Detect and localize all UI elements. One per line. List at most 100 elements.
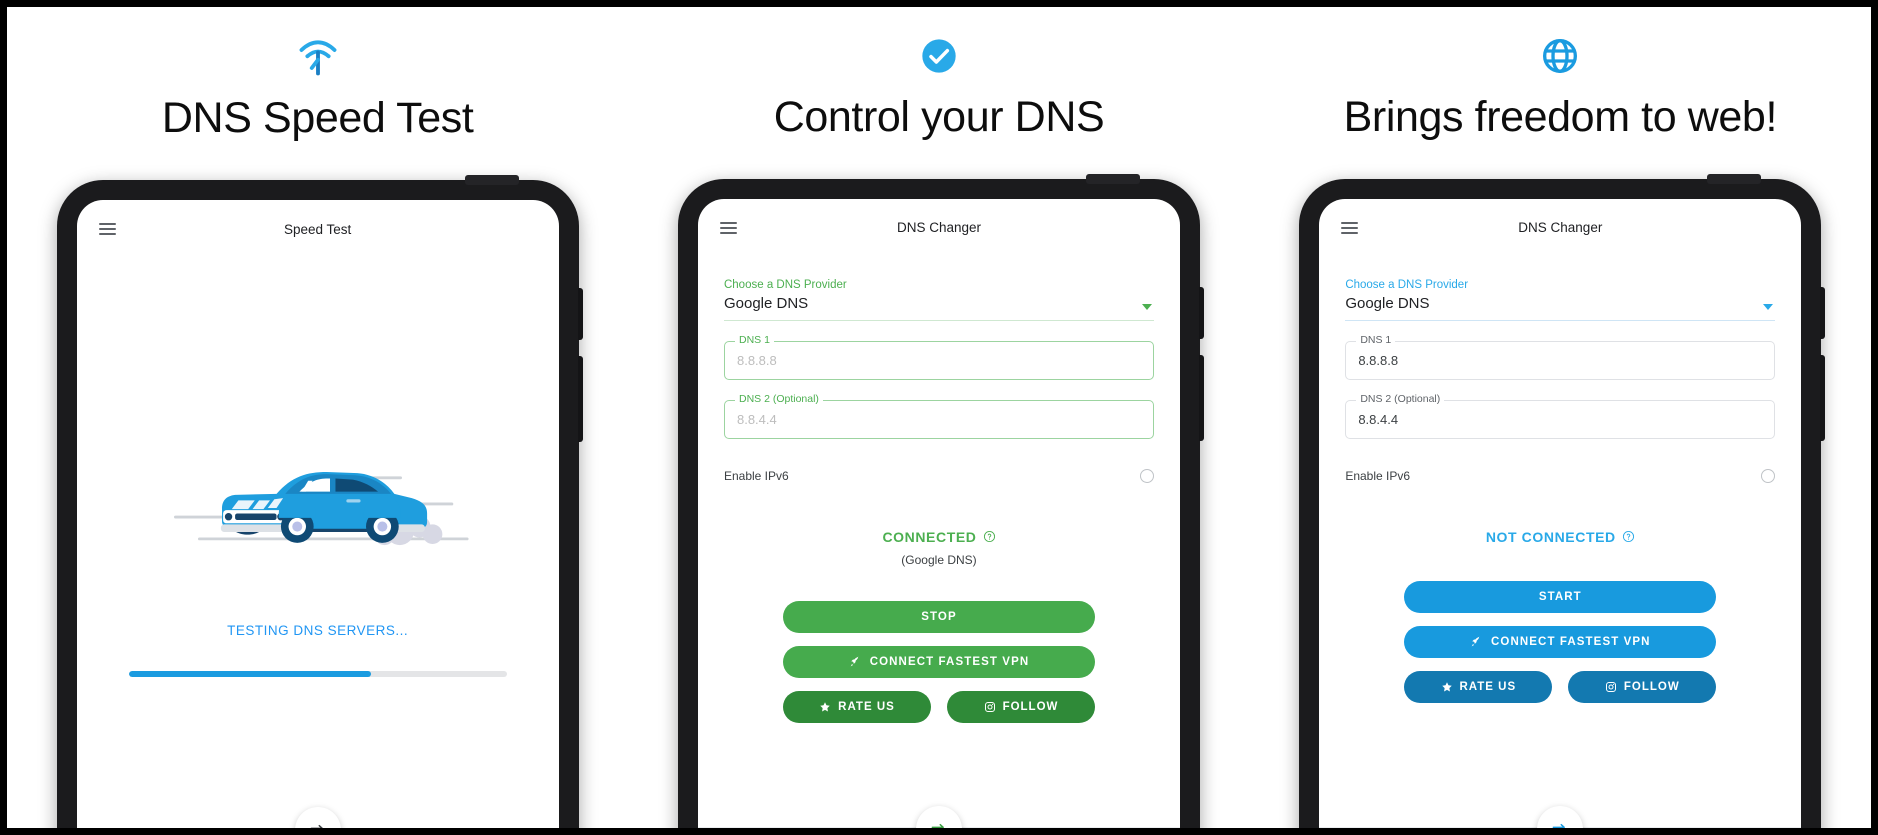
rate-us-label: RATE US bbox=[838, 700, 895, 713]
app-bar-title: DNS Changer bbox=[1518, 220, 1603, 236]
speed-test-body: TESTING DNS SERVERS... bbox=[77, 258, 559, 828]
panel-freedom-web: Brings freedom to web! DNS Changer Choos… bbox=[1249, 7, 1871, 828]
connection-status-block: CONNECTED (Google DNS) bbox=[724, 529, 1154, 567]
phone-volume-button bbox=[1198, 354, 1204, 441]
dns-form-body: Choose a DNS Provider Google DNS DNS 1 8… bbox=[1319, 257, 1801, 827]
rocket-icon bbox=[1471, 637, 1482, 647]
app-bar: DNS Changer bbox=[1319, 199, 1801, 257]
ipv6-toggle-row[interactable]: Enable IPv6 bbox=[723, 468, 1154, 483]
action-buttons: START CONNECT FASTEST VPN RATE US FOLLOW bbox=[1345, 580, 1775, 703]
follow-label: FOLLOW bbox=[1002, 700, 1059, 713]
app-bar-title: Speed Test bbox=[284, 221, 352, 237]
instagram-icon bbox=[984, 701, 995, 712]
star-icon bbox=[1441, 682, 1452, 692]
phone-mockup: DNS Changer Choose a DNS Provider Google… bbox=[1299, 173, 1826, 828]
chevron-down-icon bbox=[1141, 303, 1152, 310]
hamburger-menu-icon[interactable] bbox=[1341, 221, 1359, 234]
promo-panels: DNS Speed Test Speed Test TESTING DNS SE… bbox=[7, 7, 1871, 828]
globe-icon bbox=[1540, 35, 1580, 78]
app-bar: Speed Test bbox=[77, 200, 559, 258]
ipv6-toggle-row[interactable]: Enable IPv6 bbox=[1345, 468, 1776, 483]
instagram-icon bbox=[1605, 681, 1616, 692]
dns1-legend: DNS 1 bbox=[1356, 335, 1396, 346]
chevron-down-icon bbox=[1763, 303, 1774, 310]
bottom-nav: Speed Test bbox=[1319, 805, 1802, 828]
phone-screen: Speed Test TESTING DNS SERVERS... bbox=[76, 200, 559, 828]
dns2-input[interactable]: DNS 2 (Optional) 8.8.4.4 bbox=[1345, 394, 1776, 439]
follow-label: FOLLOW bbox=[1623, 680, 1680, 693]
rocket-icon bbox=[850, 657, 860, 667]
screenshot-stage: DNS Speed Test Speed Test TESTING DNS SE… bbox=[0, 0, 1878, 835]
phone-screen: DNS Changer Choose a DNS Provider Google… bbox=[1319, 198, 1802, 828]
speed-test-progress-bar bbox=[128, 671, 507, 678]
dns-provider-select[interactable]: Choose a DNS Provider Google DNS bbox=[1345, 278, 1776, 321]
blue-car-speed-illustration bbox=[173, 472, 469, 546]
promo-title: Brings freedom to web! bbox=[1343, 92, 1778, 141]
ipv6-radio-button[interactable] bbox=[1139, 468, 1154, 483]
dns1-input[interactable]: DNS 1 8.8.8.8 bbox=[1345, 335, 1776, 380]
dns1-input[interactable]: DNS 1 8.8.8.8 bbox=[723, 335, 1154, 380]
connect-vpn-button[interactable]: CONNECT FASTEST VPN bbox=[782, 645, 1095, 678]
ipv6-radio-button[interactable] bbox=[1761, 468, 1776, 483]
provider-underline bbox=[1345, 319, 1776, 321]
phone-power-button bbox=[1198, 286, 1204, 339]
check-circle-icon bbox=[919, 35, 959, 78]
phone-screen: DNS Changer Choose a DNS Provider Google… bbox=[697, 198, 1180, 828]
promo-title: Control your DNS bbox=[773, 92, 1105, 141]
dns-swap-arrows-icon bbox=[1552, 823, 1566, 828]
dns-provider-value: Google DNS bbox=[1345, 294, 1430, 312]
speed-test-progress-fill bbox=[128, 671, 371, 678]
dns2-value: 8.8.4.4 bbox=[1358, 411, 1399, 427]
dns1-legend: DNS 1 bbox=[734, 335, 774, 346]
status-text: NOT CONNECTED bbox=[1485, 528, 1616, 545]
phone-power-button bbox=[577, 288, 583, 341]
ipv6-label: Enable IPv6 bbox=[723, 468, 789, 483]
bottom-nav: Speed Test bbox=[697, 805, 1180, 828]
primary-action-button[interactable]: STOP bbox=[782, 600, 1095, 633]
dns1-value: 8.8.8.8 bbox=[736, 352, 777, 368]
connect-vpn-label: CONNECT FASTEST VPN bbox=[1491, 635, 1651, 648]
phone-power-button bbox=[1820, 286, 1826, 339]
provider-underline bbox=[723, 319, 1154, 321]
primary-action-button[interactable]: START bbox=[1404, 580, 1717, 613]
connect-vpn-label: CONNECT FASTEST VPN bbox=[869, 655, 1030, 668]
status-badge: NOT CONNECTED bbox=[1486, 529, 1635, 545]
dns2-legend: DNS 2 (Optional) bbox=[1356, 394, 1445, 405]
dns-swap-arrows-icon bbox=[931, 823, 944, 828]
hamburger-menu-icon[interactable] bbox=[719, 221, 737, 234]
social-button-row: RATE US FOLLOW bbox=[782, 690, 1095, 723]
action-buttons: STOP CONNECT FASTEST VPN RATE US FOLLOW bbox=[724, 600, 1154, 723]
dns2-legend: DNS 2 (Optional) bbox=[734, 394, 823, 405]
phone-volume-button bbox=[577, 356, 583, 443]
dns-provider-value: Google DNS bbox=[723, 294, 809, 312]
star-icon bbox=[820, 702, 830, 712]
connection-status-block: NOT CONNECTED bbox=[1345, 529, 1775, 547]
follow-button[interactable]: FOLLOW bbox=[946, 690, 1095, 723]
phone-volume-button bbox=[1820, 354, 1826, 441]
phone-mockup: DNS Changer Choose a DNS Provider Google… bbox=[677, 173, 1204, 828]
rate-us-button[interactable]: RATE US bbox=[1404, 670, 1553, 703]
hamburger-menu-icon[interactable] bbox=[98, 223, 116, 236]
dns-provider-select[interactable]: Choose a DNS Provider Google DNS bbox=[723, 278, 1154, 321]
dns2-value: 8.8.4.4 bbox=[736, 411, 777, 427]
connect-vpn-button[interactable]: CONNECT FASTEST VPN bbox=[1404, 625, 1717, 658]
ipv6-label: Enable IPv6 bbox=[1345, 468, 1411, 483]
help-circle-icon[interactable] bbox=[1622, 530, 1635, 543]
status-text: CONNECTED bbox=[882, 528, 977, 545]
rate-us-button[interactable]: RATE US bbox=[782, 690, 931, 723]
help-circle-icon[interactable] bbox=[983, 530, 996, 543]
dns2-input[interactable]: DNS 2 (Optional) 8.8.4.4 bbox=[723, 394, 1154, 439]
follow-button[interactable]: FOLLOW bbox=[1568, 670, 1717, 703]
panel-control-dns: Control your DNS DNS Changer Choose a DN… bbox=[628, 7, 1250, 828]
wifi-speed-icon bbox=[296, 35, 340, 79]
status-badge: CONNECTED bbox=[882, 529, 995, 545]
promo-title: DNS Speed Test bbox=[161, 94, 474, 142]
phone-mockup: Speed Test TESTING DNS SERVERS... bbox=[56, 175, 583, 828]
dns-provider-label: Choose a DNS Provider bbox=[723, 278, 847, 291]
dns-provider-label: Choose a DNS Provider bbox=[1345, 278, 1469, 291]
app-bar: DNS Changer bbox=[698, 199, 1180, 257]
dns-form-body: Choose a DNS Provider Google DNS DNS 1 8… bbox=[698, 257, 1180, 827]
dns1-value: 8.8.8.8 bbox=[1358, 352, 1399, 368]
panel-speed-test: DNS Speed Test Speed Test TESTING DNS SE… bbox=[7, 7, 629, 828]
rate-us-label: RATE US bbox=[1459, 680, 1517, 693]
